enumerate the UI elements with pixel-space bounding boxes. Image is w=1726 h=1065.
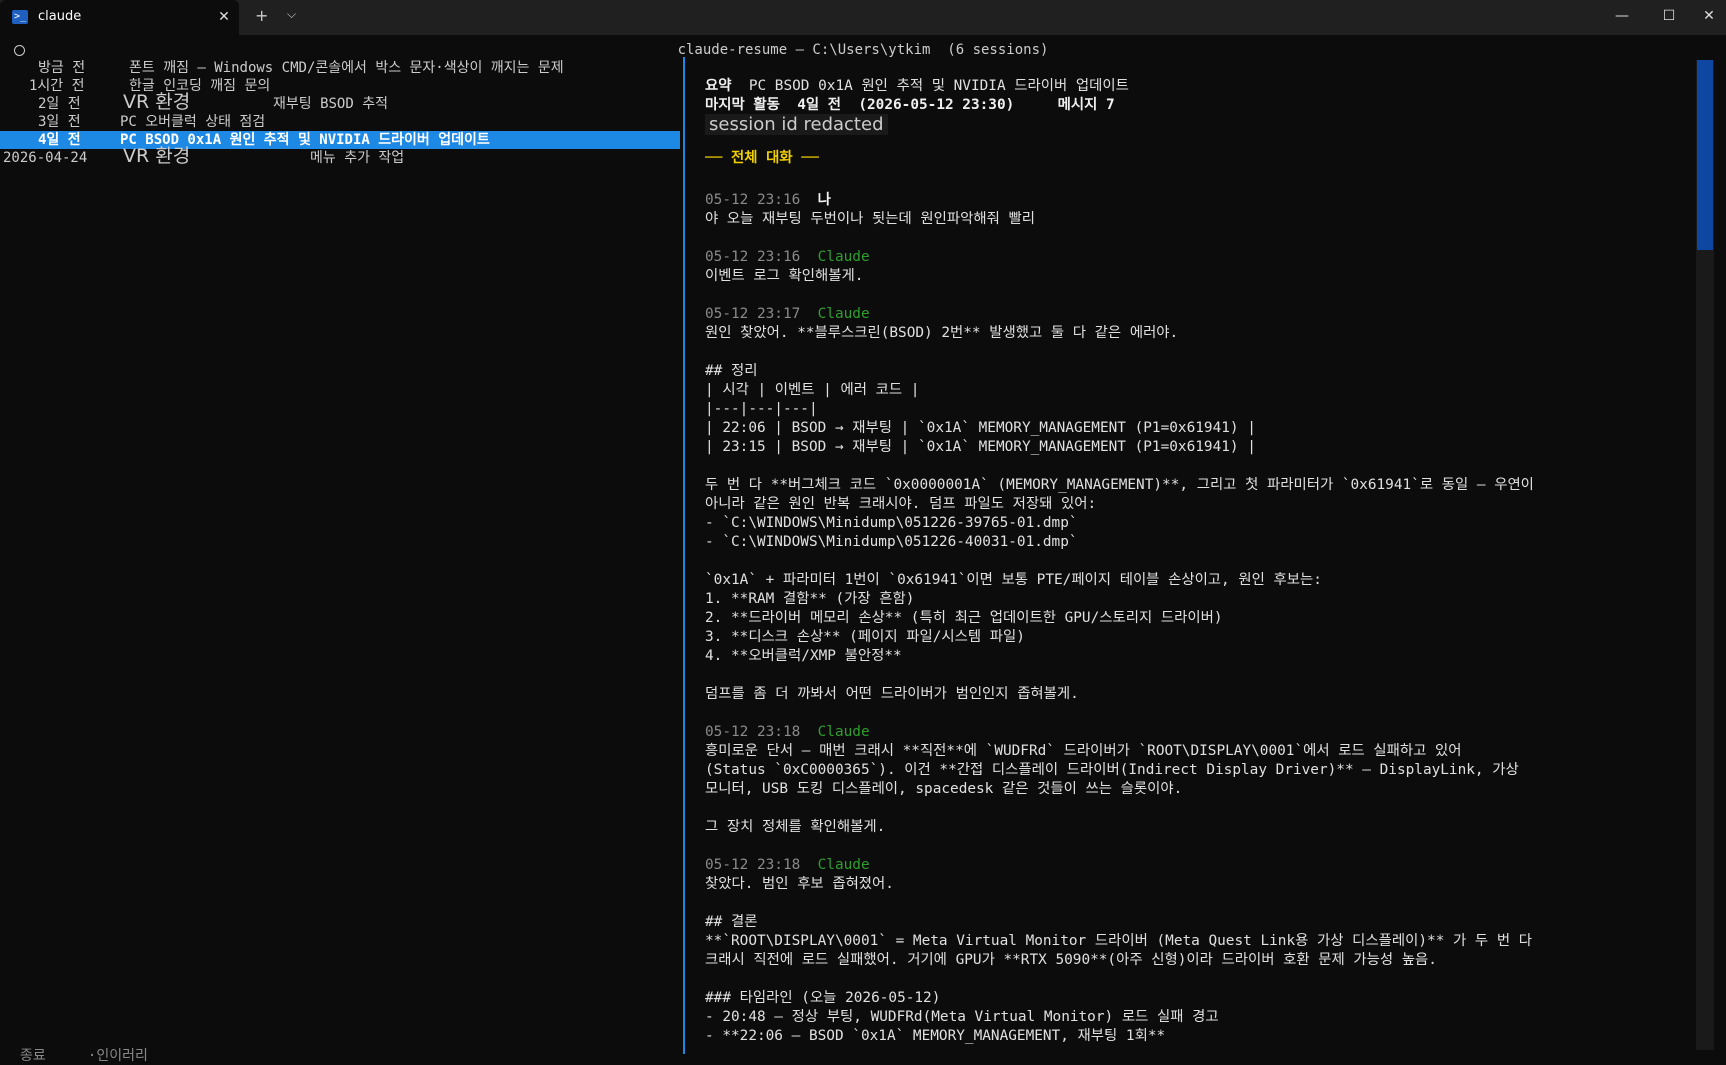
session-time: 4일 전 xyxy=(38,132,81,148)
message-line: | 시각 | 이벤트 | 에러 코드 | xyxy=(705,382,920,398)
message-time: 05-12 23:16 xyxy=(705,249,801,265)
pane-divider xyxy=(683,57,685,1054)
session-project: VR 환경 xyxy=(123,91,191,113)
terminal-area[interactable]: claude-resume — C:\Users\ytkim (6 sessio… xyxy=(0,35,1726,1064)
session-time: 1시간 전 xyxy=(29,78,85,94)
footer-partial: 종료 ·인이러리 xyxy=(20,1048,148,1064)
message-author: Claude xyxy=(817,249,870,265)
section-title: ── 전체 대화 ── xyxy=(705,150,819,166)
session-item[interactable]: 1시간 전 한글 인코딩 깨짐 문의 xyxy=(0,77,680,95)
message-line: 찾았다. 범인 후보 좁혀졌어. xyxy=(705,876,894,892)
message-time: 05-12 23:17 xyxy=(705,306,801,322)
message-line: 모니터, USB 도킹 디스플레이, spacedesk 같은 것들이 쓰는 슬… xyxy=(705,781,1183,797)
message-line: 그 장치 정체를 확인해볼게. xyxy=(705,819,886,835)
message-line: 이벤트 로그 확인해볼게. xyxy=(705,268,864,284)
session-time: 방금 전 xyxy=(38,60,86,76)
session-title: PC 오버클럭 상태 점검 xyxy=(120,114,266,130)
tab-claude[interactable]: >_ claude ✕ xyxy=(0,0,239,35)
close-button[interactable]: ✕ xyxy=(1692,4,1726,28)
message-header: 05-12 23:17 Claude xyxy=(705,305,870,324)
message-time: 05-12 23:16 xyxy=(705,192,801,208)
message-time: 05-12 23:18 xyxy=(705,724,801,740)
message-line: 4. **오버클럭/XMP 불안정** xyxy=(705,648,902,664)
message-line: |---|---|---| xyxy=(705,401,818,417)
message-line: - `C:\WINDOWS\Minidump\051226-40031-01.d… xyxy=(705,534,1078,550)
terminal-icon: >_ xyxy=(12,10,28,24)
maximize-button[interactable]: ☐ xyxy=(1649,4,1689,28)
message-line: 원인 찾았어. **블루스크린(BSOD) 2번** 발생했고 둘 다 같은 에… xyxy=(705,325,1179,341)
activity-value: 4일 전 (2026-05-12 23:30) xyxy=(797,97,1015,113)
session-item[interactable]: 2일 전 VR 환경 재부팅 BSOD 추적 xyxy=(0,91,680,113)
message-line: `0x1A` + 파라미터 1번이 `0x61941`이면 보통 PTE/페이지… xyxy=(705,572,1322,588)
session-project: VR 환경 xyxy=(123,145,191,167)
message-author: Claude xyxy=(817,306,870,322)
message-line: (Status `0xC0000365`). 이건 **간접 디스플레이 드라이… xyxy=(705,762,1519,778)
session-id: session id redacted xyxy=(705,114,888,135)
message-line: 1. **RAM 결함** (가장 흔함) xyxy=(705,591,915,607)
scrollbar-thumb[interactable] xyxy=(1697,60,1713,250)
message-header: 05-12 23:18 Claude xyxy=(705,723,870,742)
summary-row: 요약 PC BSOD 0x1A 원인 추적 및 NVIDIA 드라이버 업데이트 xyxy=(705,77,1129,96)
session-time: 3일 전 xyxy=(38,114,81,130)
session-time: 2026-04-24 xyxy=(3,150,88,166)
message-line: 덤프를 좀 더 까봐서 어떤 드라이버가 범인인지 좁혀볼게. xyxy=(705,686,1079,702)
messages-label: 메시지 xyxy=(1057,97,1098,113)
message-time: 05-12 23:18 xyxy=(705,857,801,873)
message-header: 05-12 23:16 나 xyxy=(705,191,831,210)
session-title: 메뉴 추가 작업 xyxy=(310,150,405,166)
message-line: 야 오늘 재부팅 두번이나 됫는데 원인파악해줘 빨리 xyxy=(705,211,1036,227)
session-time: 2일 전 xyxy=(38,96,81,112)
message-author: 나 xyxy=(817,192,831,208)
summary-label: 요약 xyxy=(705,78,732,94)
message-author: Claude xyxy=(817,857,870,873)
message-line: | 23:15 | BSOD → 재부팅 | `0x1A` MEMORY_MAN… xyxy=(705,439,1256,455)
session-title: 폰트 깨짐 – Windows CMD/콘솔에서 박스 문자·색상이 깨지는 문… xyxy=(129,60,564,76)
message-line: 두 번 다 **버그체크 코드 `0x0000001A` (MEMORY_MAN… xyxy=(705,477,1534,493)
tab-title: claude xyxy=(38,9,82,24)
minimize-button[interactable]: — xyxy=(1602,4,1642,28)
session-item[interactable]: 2026-04-24 VR 환경 메뉴 추가 작업 xyxy=(0,145,680,167)
summary-text: PC BSOD 0x1A 원인 추적 및 NVIDIA 드라이버 업데이트 xyxy=(748,78,1129,94)
new-tab-button[interactable]: + xyxy=(255,6,268,25)
message-header: 05-12 23:16 Claude xyxy=(705,248,870,267)
message-line: 3. **디스크 손상** (페이지 파일/시스템 파일) xyxy=(705,629,1025,645)
message-line: - **22:06 – BSOD `0x1A` MEMORY_MANAGEMEN… xyxy=(705,1028,1166,1044)
message-line: - 20:48 – 정상 부팅, WUDFRd(Meta Virtual Mon… xyxy=(705,1009,1219,1025)
activity-label: 마지막 활동 xyxy=(705,97,780,113)
message-author: Claude xyxy=(817,724,870,740)
session-item[interactable]: 3일 전 PC 오버클럭 상태 점검 xyxy=(0,113,680,131)
message-line: | 22:06 | BSOD → 재부팅 | `0x1A` MEMORY_MAN… xyxy=(705,420,1256,436)
messages-count: 7 xyxy=(1106,97,1115,113)
message-line: 2. **드라이버 메모리 손상** (특히 최근 업데이트한 GPU/스토리지… xyxy=(705,610,1223,626)
message-header: 05-12 23:18 Claude xyxy=(705,856,870,875)
session-id-row: session id redacted xyxy=(705,114,888,136)
app-header: claude-resume — C:\Users\ytkim (6 sessio… xyxy=(677,42,1049,58)
activity-row: 마지막 활동 4일 전 (2026-05-12 23:30) 메시지 7 xyxy=(705,96,1115,115)
message-line: ## 결론 xyxy=(705,914,758,930)
message-line: ### 타임라인 (오늘 2026-05-12) xyxy=(705,990,941,1006)
session-item-selected[interactable]: 4일 전 PC BSOD 0x1A 원인 추적 및 NVIDIA 드라이버 업데… xyxy=(0,131,680,149)
message-line: 크래시 직전에 로드 실패했어. 거기에 GPU가 **RTX 5090**(아… xyxy=(705,952,1437,968)
message-line: 아니라 같은 원인 반복 크래시야. 덤프 파일도 저장돼 있어: xyxy=(705,496,1097,512)
message-line: ## 정리 xyxy=(705,363,758,379)
message-line: **`ROOT\DISPLAY\0001` = Meta Virtual Mon… xyxy=(705,933,1532,949)
tab-close-button[interactable]: ✕ xyxy=(214,6,234,28)
message-line: 흥미로운 단서 – 매번 크래시 **직전**에 `WUDFRd` 드라이버가 … xyxy=(705,743,1462,759)
title-bar: >_ claude ✕ + ⌵ — ☐ ✕ xyxy=(0,0,1726,35)
session-item[interactable]: 방금 전 폰트 깨짐 – Windows CMD/콘솔에서 박스 문자·색상이 … xyxy=(0,59,680,77)
session-title: 재부팅 BSOD 추적 xyxy=(273,96,388,112)
tab-dropdown-button[interactable]: ⌵ xyxy=(287,7,296,22)
message-line: - `C:\WINDOWS\Minidump\051226-39765-01.d… xyxy=(705,515,1078,531)
